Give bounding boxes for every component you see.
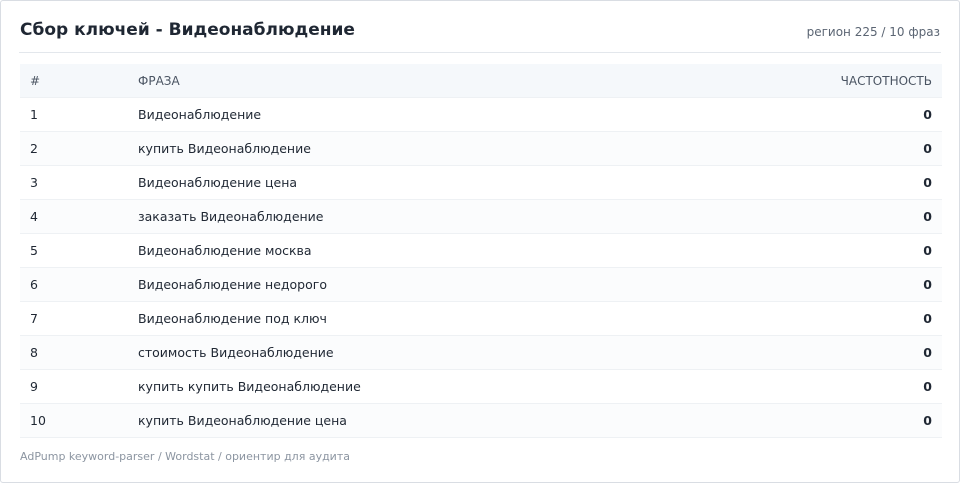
- row-phrase: Видеонаблюдение цена: [128, 165, 772, 200]
- row-frequency: 0: [772, 131, 942, 166]
- table-row: 6 Видеонаблюдение недорого 0: [20, 267, 942, 302]
- row-num: 8: [20, 335, 128, 370]
- row-num: 4: [20, 199, 128, 234]
- row-phrase: Видеонаблюдение недорого: [128, 267, 772, 302]
- row-phrase: Видеонаблюдение: [128, 97, 772, 132]
- row-frequency: 0: [772, 301, 942, 336]
- region-phrase-count: регион 225 / 10 фраз: [806, 25, 940, 39]
- table-row: 9 купить купить Видеонаблюдение 0: [20, 369, 942, 404]
- row-phrase: Видеонаблюдение под ключ: [128, 301, 772, 336]
- keywords-panel: Сбор ключей - Видеонаблюдение регион 225…: [0, 0, 960, 483]
- row-frequency: 0: [772, 233, 942, 268]
- footer-note: AdPump keyword-parser / Wordstat / ориен…: [20, 450, 350, 463]
- row-frequency: 0: [772, 97, 942, 132]
- row-frequency: 0: [772, 335, 942, 370]
- row-num: 6: [20, 267, 128, 302]
- table-row: 8 стоимость Видеонаблюдение 0: [20, 335, 942, 370]
- row-num: 1: [20, 97, 128, 132]
- row-num: 10: [20, 403, 128, 438]
- table-row: 5 Видеонаблюдение москва 0: [20, 233, 942, 268]
- column-header-num: #: [20, 64, 128, 98]
- row-frequency: 0: [772, 369, 942, 404]
- page-title: Сбор ключей - Видеонаблюдение: [20, 20, 355, 40]
- row-phrase: купить Видеонаблюдение цена: [128, 403, 772, 438]
- table-row: 2 купить Видеонаблюдение 0: [20, 131, 942, 166]
- table-row: 7 Видеонаблюдение под ключ 0: [20, 301, 942, 336]
- row-frequency: 0: [772, 403, 942, 438]
- column-header-frequency: ЧАСТОТНОСТЬ: [772, 64, 942, 98]
- row-phrase: купить купить Видеонаблюдение: [128, 369, 772, 404]
- row-num: 9: [20, 369, 128, 404]
- table-row: 1 Видеонаблюдение 0: [20, 97, 942, 132]
- row-num: 3: [20, 165, 128, 200]
- row-num: 7: [20, 301, 128, 336]
- panel-header: Сбор ключей - Видеонаблюдение регион 225…: [19, 1, 941, 53]
- row-num: 5: [20, 233, 128, 268]
- table-header-row: # ФРАЗА ЧАСТОТНОСТЬ: [20, 64, 942, 98]
- row-phrase: Видеонаблюдение москва: [128, 233, 772, 268]
- row-frequency: 0: [772, 267, 942, 302]
- keywords-table: # ФРАЗА ЧАСТОТНОСТЬ 1 Видеонаблюдение 0 …: [20, 64, 942, 438]
- row-frequency: 0: [772, 199, 942, 234]
- row-phrase: стоимость Видеонаблюдение: [128, 335, 772, 370]
- row-frequency: 0: [772, 165, 942, 200]
- column-header-phrase: ФРАЗА: [128, 64, 772, 98]
- table-row: 4 заказать Видеонаблюдение 0: [20, 199, 942, 234]
- row-phrase: купить Видеонаблюдение: [128, 131, 772, 166]
- row-num: 2: [20, 131, 128, 166]
- table-row: 3 Видеонаблюдение цена 0: [20, 165, 942, 200]
- table-row: 10 купить Видеонаблюдение цена 0: [20, 403, 942, 438]
- row-phrase: заказать Видеонаблюдение: [128, 199, 772, 234]
